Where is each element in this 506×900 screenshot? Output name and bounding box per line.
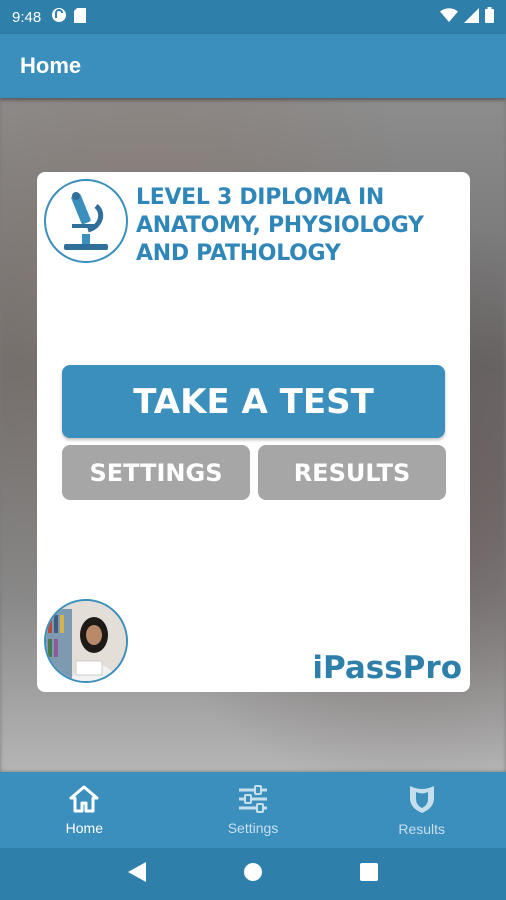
course-title: LEVEL 3 DIPLOMA IN ANATOMY, PHYSIOLOGY A… xyxy=(136,185,424,266)
system-navigation-bar xyxy=(0,848,506,900)
nav-item-home[interactable]: Home xyxy=(0,772,169,848)
home-icon xyxy=(69,785,99,816)
recents-icon[interactable] xyxy=(359,862,378,886)
signal-icon xyxy=(464,7,479,27)
nav-item-label: Results xyxy=(398,820,446,837)
nav-item-label: Home xyxy=(65,819,104,836)
wifi-icon xyxy=(440,8,458,26)
battery-icon xyxy=(485,7,494,27)
page-title: Home xyxy=(20,53,82,78)
home-circle-icon[interactable] xyxy=(243,862,263,887)
microscope-icon xyxy=(44,179,128,263)
nav-item-results[interactable]: Results xyxy=(337,772,506,848)
take-a-test-button[interactable]: TAKE A TEST xyxy=(62,365,445,438)
home-card: LEVEL 3 DIPLOMA IN ANATOMY, PHYSIOLOGY A… xyxy=(37,172,470,692)
brand-logo-text: iPassPro xyxy=(312,650,462,686)
sliders-icon xyxy=(237,784,269,816)
student-avatar xyxy=(44,599,128,683)
back-icon[interactable] xyxy=(128,861,147,887)
sd-card-icon xyxy=(74,7,87,27)
shield-icon xyxy=(408,784,436,817)
pocketcasts-icon xyxy=(51,7,67,27)
settings-button[interactable]: SETTINGS xyxy=(62,445,250,500)
status-bar: 9:48 xyxy=(0,0,506,34)
app-bar: Home xyxy=(0,34,506,98)
nav-item-label: Settings xyxy=(227,819,279,836)
bottom-navigation: Home Settings Results xyxy=(0,772,506,848)
nav-item-settings[interactable]: Settings xyxy=(169,772,338,848)
results-button[interactable]: RESULTS xyxy=(258,445,446,500)
status-time: 9:48 xyxy=(12,8,42,26)
